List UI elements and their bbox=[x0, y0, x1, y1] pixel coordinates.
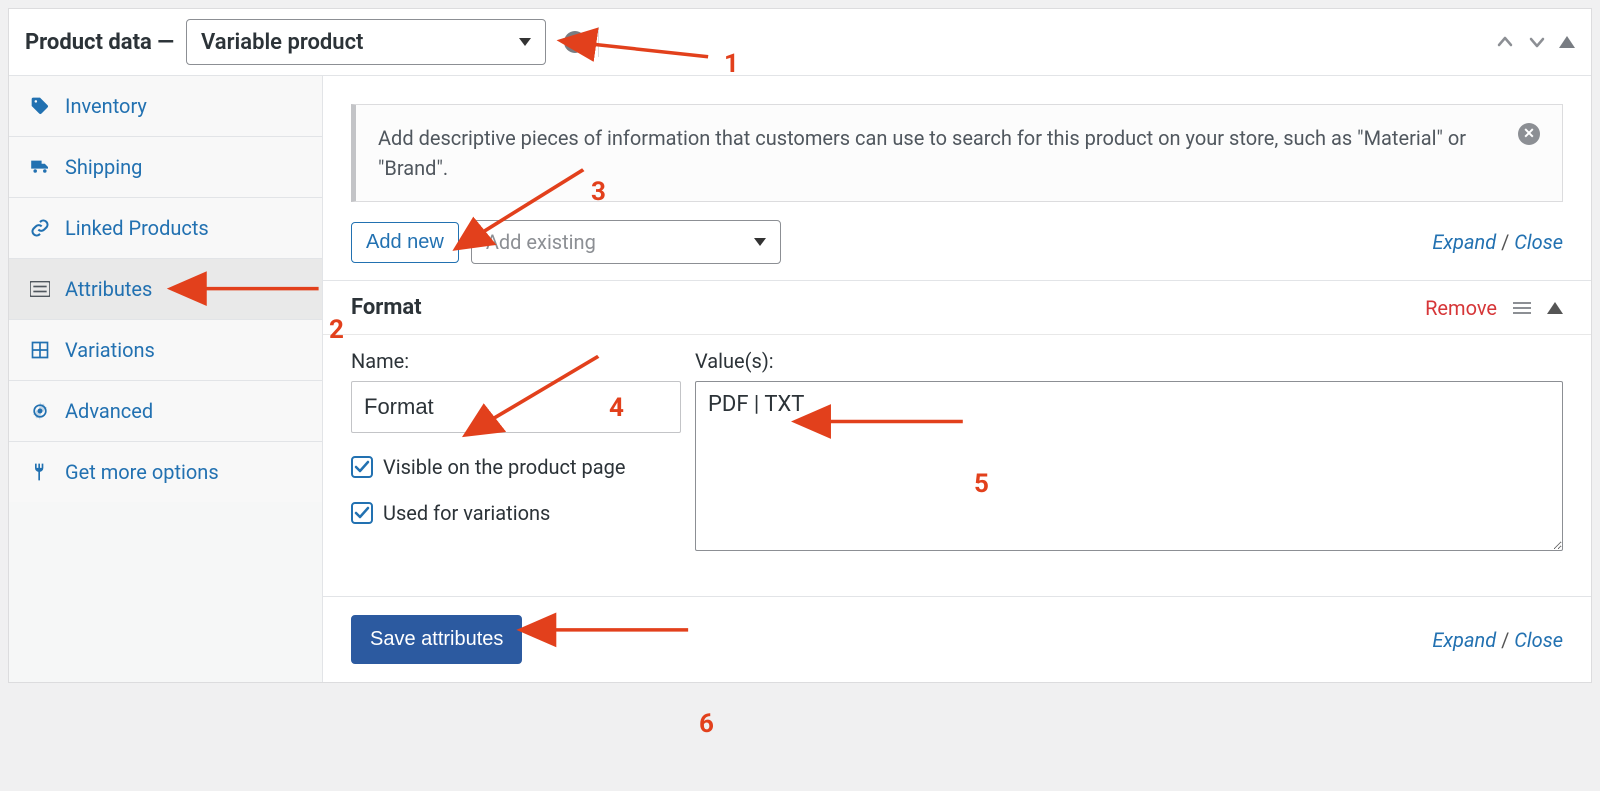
tab-advanced[interactable]: Advanced bbox=[9, 381, 322, 442]
gear-icon bbox=[29, 400, 51, 422]
remove-attribute-link[interactable]: Remove bbox=[1425, 296, 1497, 320]
sidebar-tabs: Inventory Shipping Linked Products Attri… bbox=[9, 76, 323, 682]
tab-inventory[interactable]: Inventory bbox=[9, 76, 322, 137]
annotation-6: 6 bbox=[699, 709, 714, 739]
attribute-left-col: Name: Visible on the product page Used f… bbox=[351, 349, 681, 556]
info-text: Add descriptive pieces of information th… bbox=[378, 123, 1504, 183]
close-link[interactable]: Close bbox=[1514, 628, 1563, 652]
tab-label: Inventory bbox=[65, 94, 147, 118]
attribute-body: Name: Visible on the product page Used f… bbox=[323, 335, 1591, 596]
drag-handle-icon[interactable] bbox=[1513, 302, 1531, 314]
list-icon bbox=[29, 278, 51, 300]
attributes-toolbar: Add new Add existing Expand / Close bbox=[323, 220, 1591, 280]
tab-label: Linked Products bbox=[65, 216, 209, 240]
help-icon[interactable]: ? bbox=[564, 31, 586, 53]
attributes-footer: Save attributes Expand / Close bbox=[323, 596, 1591, 682]
dismiss-notice-icon[interactable]: ✕ bbox=[1518, 123, 1540, 145]
variations-checkbox-row: Used for variations bbox=[351, 501, 681, 525]
collapse-attribute-icon[interactable] bbox=[1547, 302, 1563, 314]
attribute-right-col: Value(s): bbox=[695, 349, 1563, 556]
collapse-panel-icon[interactable] bbox=[1559, 36, 1575, 48]
move-up-icon[interactable] bbox=[1495, 32, 1515, 52]
plug-icon bbox=[29, 461, 51, 483]
tab-label: Get more options bbox=[65, 460, 219, 484]
variations-checkbox[interactable] bbox=[351, 502, 373, 524]
info-notice: Add descriptive pieces of information th… bbox=[351, 104, 1563, 202]
chevron-down-icon bbox=[519, 38, 531, 46]
attribute-values-textarea[interactable] bbox=[695, 381, 1563, 551]
panel-title: Product data — bbox=[25, 30, 174, 55]
tag-icon bbox=[29, 95, 51, 117]
link-icon bbox=[29, 217, 51, 239]
visible-label: Visible on the product page bbox=[383, 455, 625, 479]
tab-label: Advanced bbox=[65, 399, 153, 423]
annotation-5: 5 bbox=[974, 469, 989, 499]
annotation-4: 4 bbox=[609, 393, 624, 423]
visible-checkbox[interactable] bbox=[351, 456, 373, 478]
attribute-name-input[interactable] bbox=[351, 381, 681, 433]
attribute-header[interactable]: Format Remove bbox=[323, 281, 1591, 335]
name-label: Name: bbox=[351, 349, 681, 373]
tab-label: Variations bbox=[65, 338, 155, 362]
tab-shipping[interactable]: Shipping bbox=[9, 137, 322, 198]
close-link[interactable]: Close bbox=[1514, 230, 1563, 254]
panel-header: Product data — Variable product ? bbox=[9, 9, 1591, 76]
expand-link[interactable]: Expand bbox=[1432, 628, 1496, 652]
product-type-value: Variable product bbox=[201, 30, 363, 55]
main-content: Add descriptive pieces of information th… bbox=[323, 76, 1591, 682]
tab-attributes[interactable]: Attributes bbox=[9, 259, 322, 320]
attribute-actions: Remove bbox=[1425, 296, 1563, 320]
panel-body: Inventory Shipping Linked Products Attri… bbox=[9, 76, 1591, 682]
expand-close-links: Expand / Close bbox=[1432, 230, 1563, 254]
values-label: Value(s): bbox=[695, 349, 1563, 373]
attribute-title: Format bbox=[351, 295, 422, 320]
product-data-panel: Product data — Variable product ? Invent… bbox=[8, 8, 1592, 683]
divider bbox=[598, 27, 599, 57]
tab-label: Shipping bbox=[65, 155, 142, 179]
visible-checkbox-row: Visible on the product page bbox=[351, 455, 681, 479]
annotation-2: 2 bbox=[329, 315, 344, 345]
add-existing-placeholder: Add existing bbox=[486, 230, 596, 254]
add-existing-select[interactable]: Add existing bbox=[471, 220, 781, 264]
add-new-button[interactable]: Add new bbox=[351, 222, 459, 263]
product-type-select[interactable]: Variable product bbox=[186, 19, 546, 65]
truck-icon bbox=[29, 156, 51, 178]
tab-label: Attributes bbox=[65, 277, 152, 301]
save-attributes-button[interactable]: Save attributes bbox=[351, 615, 522, 664]
expand-close-links-footer: Expand / Close bbox=[1432, 628, 1563, 652]
annotation-1: 1 bbox=[724, 49, 739, 79]
expand-link[interactable]: Expand bbox=[1432, 230, 1496, 254]
panel-controls bbox=[1495, 32, 1575, 52]
tab-get-more[interactable]: Get more options bbox=[9, 442, 322, 502]
chevron-down-icon bbox=[754, 238, 766, 246]
grid-icon bbox=[29, 339, 51, 361]
variations-label: Used for variations bbox=[383, 501, 550, 525]
move-down-icon[interactable] bbox=[1527, 32, 1547, 52]
annotation-3: 3 bbox=[591, 177, 606, 207]
tab-linked-products[interactable]: Linked Products bbox=[9, 198, 322, 259]
tab-variations[interactable]: Variations bbox=[9, 320, 322, 381]
